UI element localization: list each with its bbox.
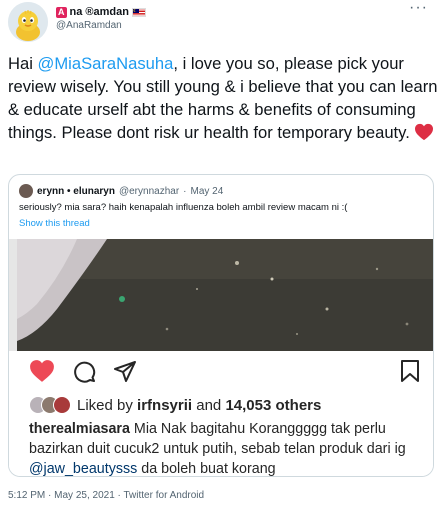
caption-text-2: da boleh buat korang bbox=[137, 461, 276, 477]
caption-username: therealmiasara bbox=[29, 421, 130, 437]
author-avatar[interactable] bbox=[8, 2, 48, 42]
show-thread-link[interactable]: Show this thread bbox=[19, 218, 90, 229]
quoted-tweet-image[interactable]: Liked by irfnsyrii and 14,053 others the… bbox=[9, 239, 433, 477]
quoted-author-name: erynn • elunaryn bbox=[37, 185, 115, 197]
instagram-caption: therealmiasara Mia Nak bagitahu Koranggg… bbox=[29, 419, 425, 477]
instagram-photo bbox=[17, 239, 433, 351]
ig-comment-icon bbox=[74, 361, 96, 383]
tweet-prefix: Hai bbox=[8, 54, 38, 73]
tweet-mention-link[interactable]: @MiaSaraNasuha bbox=[38, 54, 174, 73]
author-handle[interactable]: @AnaRamdan bbox=[56, 19, 146, 33]
author-name-text: na ®amdan bbox=[69, 6, 129, 18]
name-badge: A bbox=[56, 6, 67, 18]
quoted-author-handle: @erynnazhar bbox=[118, 185, 180, 197]
tweet-time[interactable]: 5:12 PM bbox=[8, 490, 45, 501]
more-options-icon[interactable]: ··· bbox=[409, 0, 428, 16]
ig-share-icon bbox=[114, 361, 136, 382]
quoted-tweet-header: erynn • elunaryn @erynnazhar · May 24 bbox=[19, 183, 223, 199]
instagram-likes: Liked by irfnsyrii and 14,053 others bbox=[29, 395, 321, 415]
malaysia-flag-icon bbox=[131, 7, 146, 17]
author-display-name[interactable]: A na ®amdan bbox=[56, 5, 146, 19]
photo-edge bbox=[9, 239, 17, 351]
tweet-header: A na ®amdan @AnaRamdan ··· bbox=[8, 0, 434, 42]
tweet-metadata: 5:12 PM · May 25, 2021 · Twitter for And… bbox=[8, 490, 204, 501]
author-names: A na ®amdan @AnaRamdan bbox=[56, 5, 146, 33]
quoted-author-avatar bbox=[19, 184, 33, 198]
quoted-tweet-text: seriously? mia sara? haih kenapalah infl… bbox=[19, 202, 348, 213]
liker-avatars bbox=[29, 396, 71, 414]
tweet-date[interactable]: May 25, 2021 bbox=[54, 490, 115, 501]
meta-separator-2: · bbox=[117, 490, 121, 501]
red-heart-icon bbox=[414, 123, 434, 147]
meta-separator-1: · bbox=[48, 490, 52, 501]
likes-text: Liked by irfnsyrii and 14,053 others bbox=[77, 396, 322, 414]
tweet-text: Hai @MiaSaraNasuha, i love you so, pleas… bbox=[8, 52, 438, 147]
ig-bookmark-icon bbox=[401, 360, 419, 382]
instagram-action-bar bbox=[29, 359, 421, 385]
tweet-source[interactable]: Twitter for Android bbox=[124, 490, 205, 501]
quoted-date: May 24 bbox=[190, 185, 224, 197]
quoted-separator: · bbox=[183, 185, 187, 197]
ig-heart-icon bbox=[30, 360, 54, 382]
quoted-tweet-card[interactable]: erynn • elunaryn @erynnazhar · May 24 se… bbox=[8, 174, 434, 477]
caption-mention: @jaw_beautysss bbox=[29, 461, 138, 477]
